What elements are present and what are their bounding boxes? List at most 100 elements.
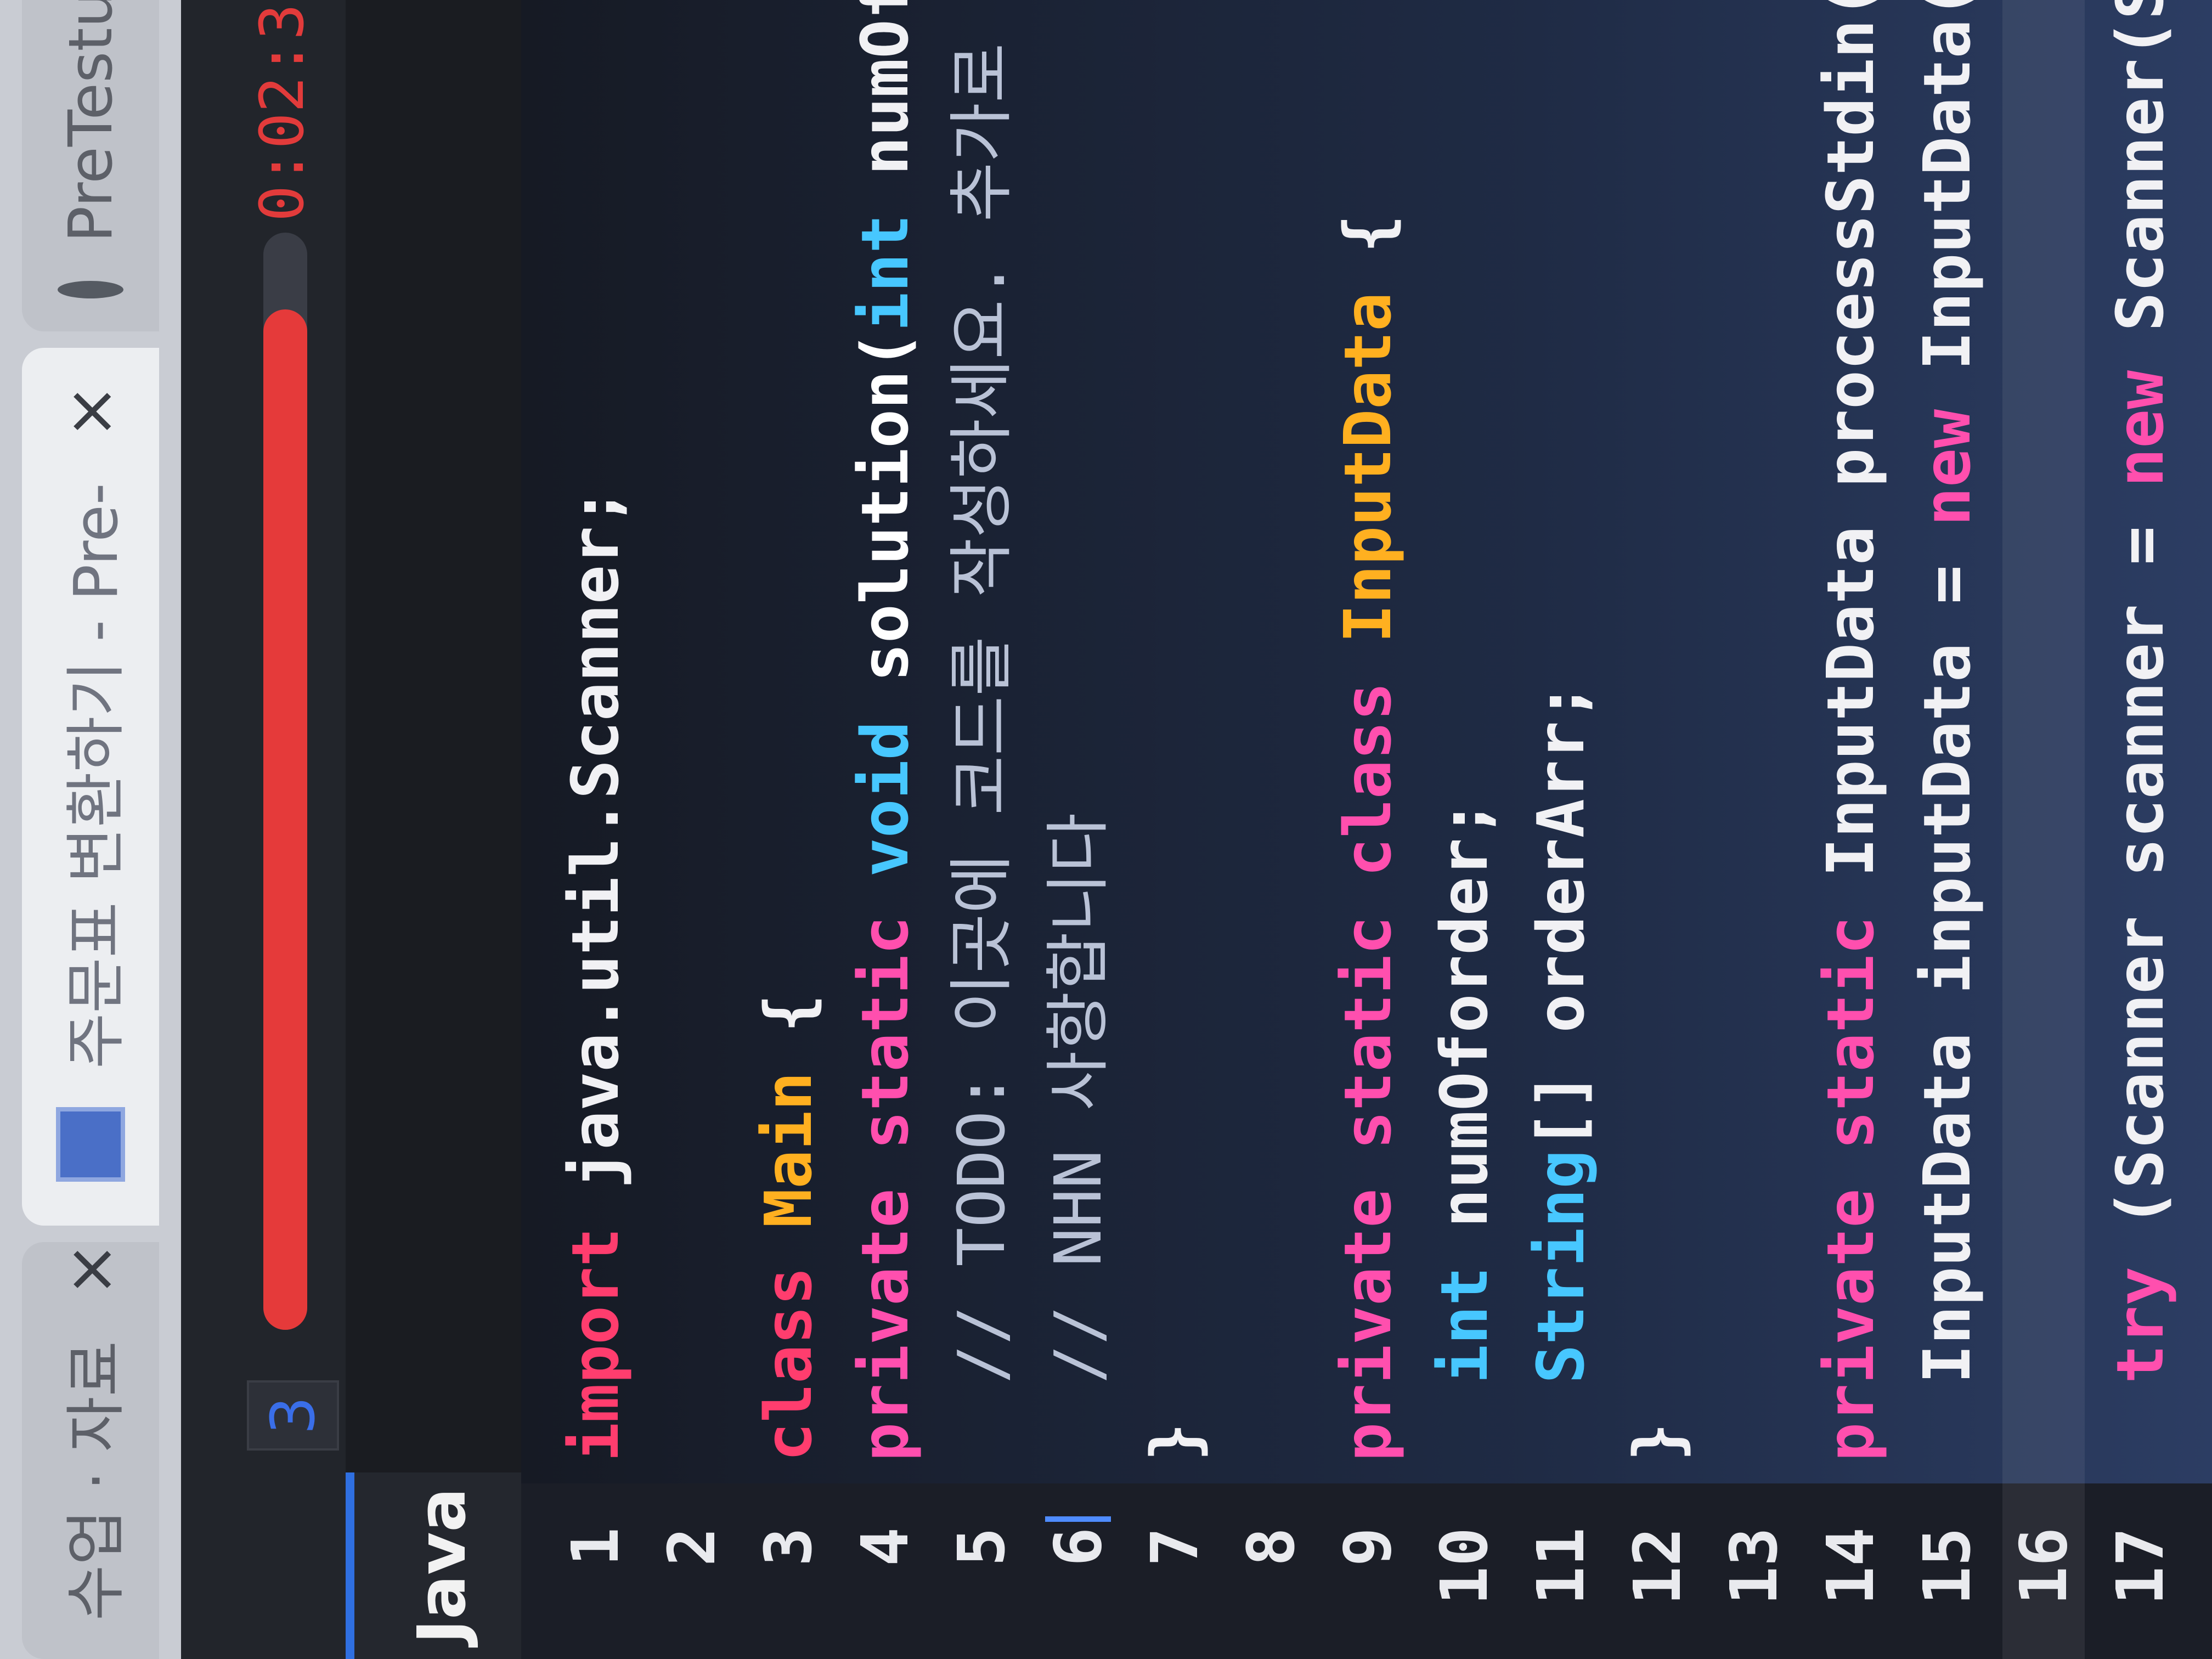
- tab-label: 수업 · 자료: [61, 1341, 131, 1621]
- rotated-view: 수업 · 자료 × 주문표 변환하기 - Pre- × PreTestuC 3 …: [0, 0, 2212, 1659]
- line-number: 8: [1233, 1527, 1309, 1567]
- code-token: int: [847, 214, 923, 331]
- code-token: String: [1523, 1149, 1599, 1384]
- code-line[interactable]: 1 import java.util.Scanner;: [554, 0, 636, 1659]
- code-token: InputData inputData =: [1909, 526, 1985, 1462]
- code-line[interactable]: 17 try (Scanner scanner = new Scanner(Sy: [2099, 0, 2181, 1659]
- globe-icon: [58, 281, 123, 298]
- close-icon[interactable]: ×: [53, 1242, 129, 1297]
- code-token: Scanner(Sy: [2102, 0, 2178, 370]
- code-token: static: [847, 916, 923, 1150]
- code-line[interactable]: 13: [1713, 0, 1795, 1659]
- code-line[interactable]: 6 // NHN 사항합니다: [1037, 0, 1119, 1659]
- code-line[interactable]: 16: [2002, 0, 2085, 1659]
- code-token: new: [1909, 409, 1985, 526]
- editor-tab-strip: Java: [346, 0, 530, 1659]
- code-token: (Scanner scanner =: [2102, 487, 2178, 1267]
- remaining-timer: 0:02:38: [247, 0, 317, 222]
- code-token: new: [2102, 370, 2178, 487]
- browser-tab-bar: 수업 · 자료 × 주문표 변환하기 - Pre- × PreTestuC: [0, 0, 181, 1659]
- code-text: // TODO: 이곳에 코드를 작성하세요. 추가로: [940, 43, 1023, 1462]
- code-token: void: [847, 721, 923, 877]
- code-token: }: [1620, 1422, 1695, 1462]
- code-line[interactable]: 14 private static InputData processStdin(…: [1809, 0, 1892, 1659]
- time-progress-fill: [263, 309, 307, 1330]
- code-text: // NHN 사항합니다: [1037, 813, 1119, 1462]
- code-token: try: [2102, 1266, 2178, 1384]
- line-number: 2: [654, 1527, 730, 1567]
- code-token: {: [1330, 214, 1406, 292]
- code-text: private static void solution(int numOf: [844, 0, 926, 1462]
- code-line[interactable]: 9 private static class InputData {: [1327, 0, 1409, 1659]
- code-line[interactable]: 10 int numOforder;: [1423, 0, 1505, 1659]
- code-token: solution(: [847, 331, 923, 721]
- code-token: int: [1426, 1266, 1502, 1384]
- code-line[interactable]: 7}: [1133, 0, 1216, 1659]
- browser-tab-2[interactable]: 주문표 변환하기 - Pre- ×: [22, 348, 159, 1226]
- code-line[interactable]: 12}: [1616, 0, 1699, 1659]
- code-token: // NHN 사항합니다: [1040, 812, 1116, 1462]
- code-editor[interactable]: 1 import java.util.Scanner; 2 3 class Main {…: [521, 0, 2212, 1659]
- code-token: {: [751, 994, 826, 1072]
- code-token: numOf: [847, 0, 923, 215]
- tab-label: PreTestuC: [55, 0, 126, 243]
- code-token: // TODO: 이곳에 코드를 작성하세요. 추가로: [944, 43, 1019, 1462]
- code-line[interactable]: 4 private static void solution(int numOf: [844, 0, 926, 1659]
- code-token: InputData: [1330, 292, 1406, 644]
- code-token: private: [1813, 1188, 1888, 1462]
- code-token: Main: [751, 1071, 826, 1228]
- code-line[interactable]: 2: [651, 0, 733, 1659]
- code-token: class: [751, 1266, 826, 1462]
- code-token: static: [1330, 916, 1406, 1150]
- code-text: class Main {: [747, 994, 830, 1462]
- code-text: String[] orderArr;: [1520, 682, 1602, 1462]
- line-number: 12: [1620, 1527, 1695, 1606]
- time-progress-bar: [263, 233, 307, 1330]
- line-number: 9: [1330, 1527, 1406, 1567]
- code-token: [] orderArr;: [1523, 682, 1599, 1150]
- code-token: }: [1137, 1422, 1212, 1462]
- line-number: 6: [1040, 1527, 1116, 1567]
- text-cursor: [1045, 1516, 1111, 1522]
- tab-label: 주문표 변환하기 - Pre-: [61, 483, 131, 1069]
- code-line[interactable]: 11 String[] orderArr;: [1520, 0, 1602, 1659]
- browser-tab-3[interactable]: PreTestuC: [22, 0, 159, 331]
- line-number: 13: [1716, 1527, 1792, 1606]
- code-line[interactable]: 8: [1230, 0, 1312, 1659]
- code-line[interactable]: 15 InputData inputData = new InputData(): [1906, 0, 1988, 1659]
- code-text: InputData inputData = new InputData(): [1906, 0, 1988, 1462]
- line-number: 4: [847, 1527, 923, 1567]
- code-token: InputData processStdin(): [1813, 0, 1888, 916]
- code-token: java.util.Scanner;: [557, 487, 633, 1228]
- line-number: 16: [2006, 1527, 2081, 1606]
- code-text: try (Scanner scanner = new Scanner(Sy: [2099, 0, 2181, 1462]
- current-line-highlight: [2002, 0, 2085, 1659]
- code-text: }: [1133, 1423, 1216, 1462]
- line-number: 15: [1909, 1527, 1985, 1606]
- code-token: static: [1813, 916, 1888, 1150]
- test-header: 3 0:02:38: [181, 0, 346, 1659]
- code-line[interactable]: 3 class Main {: [747, 0, 830, 1659]
- tab-language[interactable]: Java: [346, 1472, 530, 1659]
- code-text: private static InputData processStdin(): [1809, 0, 1892, 1462]
- question-number-badge[interactable]: 3: [247, 1380, 339, 1451]
- favicon-icon: [56, 1107, 125, 1182]
- line-number: 7: [1137, 1527, 1212, 1567]
- code-token: class: [1330, 682, 1406, 877]
- browser-tab-1[interactable]: 수업 · 자료 ×: [22, 1242, 159, 1659]
- screen: 수업 · 자료 × 주문표 변환하기 - Pre- × PreTestuC 3 …: [0, 0, 2212, 1659]
- code-token: import: [557, 1227, 633, 1462]
- close-icon[interactable]: ×: [53, 384, 129, 439]
- code-token: private: [1330, 1188, 1406, 1462]
- line-number: 3: [751, 1527, 826, 1567]
- code-line[interactable]: 5 // TODO: 이곳에 코드를 작성하세요. 추가로: [940, 0, 1023, 1659]
